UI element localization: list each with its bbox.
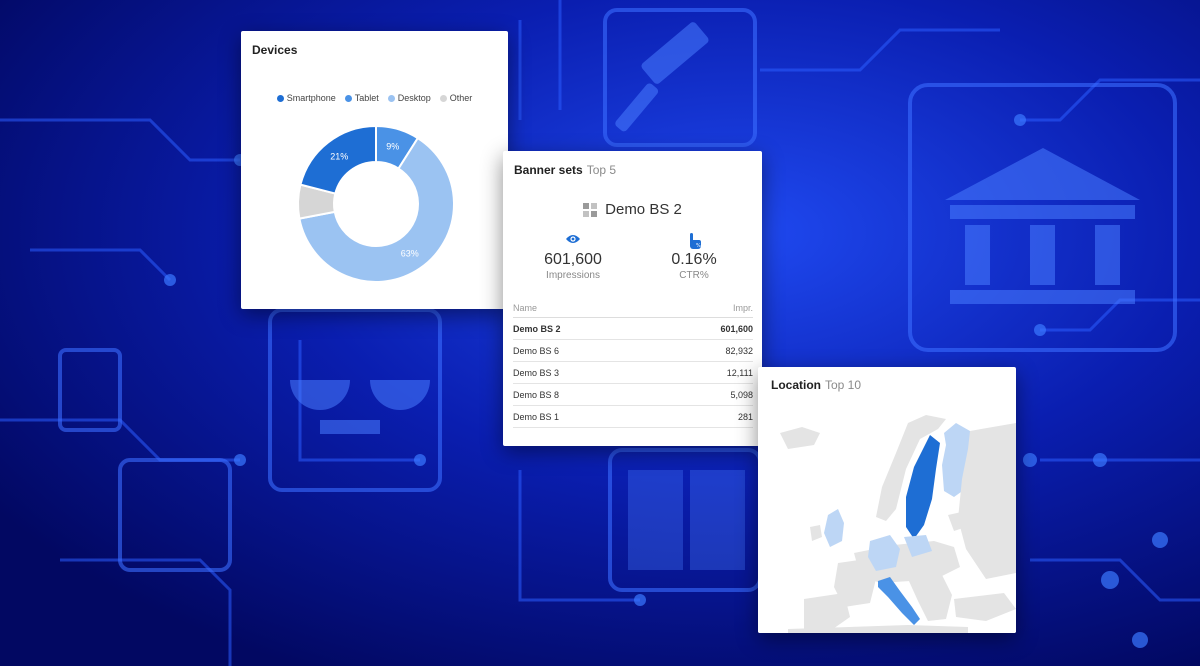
legend-label: Smartphone [286, 93, 336, 103]
row-impressions: 5,098 [655, 383, 753, 406]
column-header-name[interactable]: Name [513, 301, 656, 318]
slice-label-tablet: 9% [386, 141, 399, 151]
row-name: Demo BS 1 [513, 405, 656, 428]
table-row[interactable]: Demo BS 8 5,098 [513, 383, 753, 406]
legend-item-smartphone[interactable]: Smartphone [276, 93, 336, 103]
location-title: Location Top 10 [771, 378, 861, 392]
banner-sets-title-text: Banner sets [514, 163, 583, 177]
smartphone-swatch [276, 94, 284, 102]
legend-label: Other [449, 93, 473, 103]
other-swatch [439, 94, 447, 102]
table-header-row: Name Impr. [513, 301, 753, 318]
ctr-value: 0.16% [671, 251, 717, 268]
legend-item-tablet[interactable]: Tablet [344, 93, 379, 103]
location-card: Location Top 10 [758, 367, 1016, 633]
europe-map[interactable] [758, 403, 1016, 633]
ctr-label: CTR% [679, 270, 709, 281]
banner-sets-title: Banner sets Top 5 [514, 163, 616, 177]
impressions-value: 601,600 [544, 251, 602, 268]
banner-set-icon [583, 202, 598, 217]
slice-label-desktop: 63% [401, 249, 419, 259]
devices-card: Devices Smartphone Tablet Desktop Other … [241, 31, 508, 309]
legend-label: Desktop [397, 93, 431, 103]
svg-text:%: % [696, 243, 701, 249]
row-impressions: 601,600 [655, 317, 753, 340]
row-impressions: 82,932 [655, 339, 753, 362]
click-hand-icon: % [690, 233, 701, 249]
location-subtitle: Top 10 [825, 378, 862, 392]
row-name: Demo BS 8 [513, 383, 656, 406]
table-row[interactable]: Demo BS 1 281 [513, 405, 753, 428]
legend-label: Tablet [354, 93, 379, 103]
featured-banner: Demo BS 2 [503, 201, 762, 218]
devices-donut-chart: 9% 63% 21% [297, 124, 455, 283]
legend-item-desktop[interactable]: Desktop [387, 93, 431, 103]
slice-label-smartphone: 21% [330, 152, 348, 162]
row-name: Demo BS 6 [513, 339, 656, 362]
impressions-metric: 601,600 Impressions [513, 233, 633, 281]
devices-legend: Smartphone Tablet Desktop Other [241, 93, 508, 103]
impressions-label: Impressions [546, 270, 600, 281]
table-row[interactable]: Demo BS 6 82,932 [513, 339, 753, 362]
banner-sets-table: Name Impr. Demo BS 2 601,600 Demo BS 6 8… [513, 301, 753, 428]
ctr-metric: % 0.16% CTR% [634, 233, 754, 281]
row-name: Demo BS 2 [513, 317, 656, 340]
table-row[interactable]: Demo BS 3 12,111 [513, 361, 753, 384]
devices-title: Devices [252, 43, 298, 57]
featured-banner-name: Demo BS 2 [605, 201, 682, 218]
row-impressions: 281 [655, 405, 753, 428]
eye-icon [566, 235, 580, 243]
banner-sets-card: Banner sets Top 5 Demo BS 2 601,600 Impre… [503, 151, 762, 446]
banner-sets-subtitle: Top 5 [586, 163, 617, 177]
location-title-text: Location [771, 378, 821, 392]
desktop-swatch [387, 94, 395, 102]
column-header-impressions[interactable]: Impr. [655, 301, 753, 318]
table-row[interactable]: Demo BS 2 601,600 [513, 317, 753, 340]
tablet-swatch [344, 94, 352, 102]
legend-item-other[interactable]: Other [439, 93, 473, 103]
row-name: Demo BS 3 [513, 361, 656, 384]
row-impressions: 12,111 [655, 361, 753, 384]
